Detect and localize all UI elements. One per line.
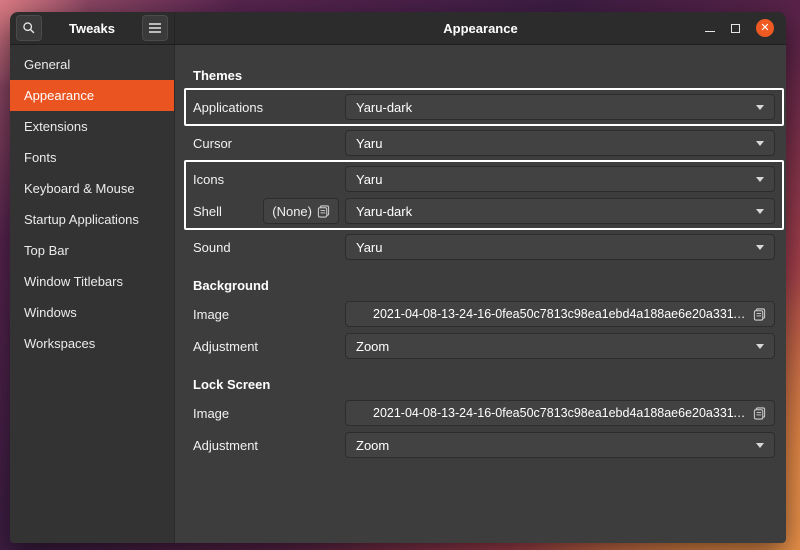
document-icon [753,308,766,321]
chevron-down-icon [756,344,764,349]
applications-theme-value: Yaru-dark [356,100,748,115]
wallpaper-thumbnail [354,407,367,420]
applications-label: Applications [193,100,345,115]
lockscreen-image-label: Image [193,406,345,421]
shell-theme-value: Yaru-dark [356,204,748,219]
sidebar: General Appearance Extensions Fonts Keyb… [10,45,175,543]
hamburger-icon [149,23,161,33]
close-icon: ✕ [760,23,769,34]
background-adjustment-label: Adjustment [193,339,345,354]
cursor-theme-value: Yaru [356,136,748,151]
search-button[interactable] [16,15,42,41]
minimize-icon [705,31,715,32]
chevron-down-icon [756,209,764,214]
chevron-down-icon [756,141,764,146]
row-lockscreen-image: Image 2021-04-08-13-24-16-0fea50c7813c98… [193,397,775,429]
lockscreen-image-filename: 2021-04-08-13-24-16-0fea50c7813c98ea1ebd… [373,406,747,420]
row-background-adjustment: Adjustment Zoom [193,330,775,362]
sidebar-item-keyboard-mouse[interactable]: Keyboard & Mouse [10,173,174,204]
app-title: Tweaks [42,21,142,36]
tweaks-window: Tweaks Appearance ✕ General Appearance E… [10,12,786,543]
close-button[interactable]: ✕ [756,19,774,37]
maximize-button[interactable] [731,24,740,33]
row-sound: Sound Yaru [193,231,775,263]
maximize-icon [731,24,740,33]
menu-button[interactable] [142,15,168,41]
row-applications: Applications Yaru-dark [193,91,775,123]
window-body: General Appearance Extensions Fonts Keyb… [10,45,786,543]
section-title-lock-screen: Lock Screen [193,377,775,392]
lockscreen-adjustment-label: Adjustment [193,438,345,453]
sidebar-item-workspaces[interactable]: Workspaces [10,328,174,359]
shell-none-value: (None) [272,204,312,219]
section-title-themes: Themes [193,68,775,83]
row-cursor: Cursor Yaru [193,127,775,159]
sidebar-item-extensions[interactable]: Extensions [10,111,174,142]
shell-theme-dropdown[interactable]: Yaru-dark [345,198,775,224]
background-adjustment-value: Zoom [356,339,748,354]
highlight-box-icons-shell: Icons Yaru Shell (None) [184,160,784,230]
shell-label: Shell (None) [193,198,345,224]
titlebar-sidebar-section: Tweaks [10,12,175,44]
lockscreen-image-button[interactable]: 2021-04-08-13-24-16-0fea50c7813c98ea1ebd… [345,400,775,426]
row-background-image: Image 2021-04-08-13-24-16-0fea50c7813c98… [193,298,775,330]
row-lockscreen-adjustment: Adjustment Zoom [193,429,775,461]
chevron-down-icon [756,177,764,182]
cursor-label: Cursor [193,136,345,151]
background-adjustment-dropdown[interactable]: Zoom [345,333,775,359]
minimize-button[interactable] [705,25,715,32]
cursor-theme-dropdown[interactable]: Yaru [345,130,775,156]
sidebar-item-general[interactable]: General [10,49,174,80]
window-controls: ✕ [705,19,786,37]
lockscreen-adjustment-dropdown[interactable]: Zoom [345,432,775,458]
titlebar: Tweaks Appearance ✕ [10,12,786,45]
row-shell: Shell (None) Yaru-dark [193,195,775,227]
row-icons: Icons Yaru [193,163,775,195]
chevron-down-icon [756,105,764,110]
background-image-label: Image [193,307,345,322]
lockscreen-adjustment-value: Zoom [356,438,748,453]
sound-label: Sound [193,240,345,255]
sidebar-item-startup-applications[interactable]: Startup Applications [10,204,174,235]
icons-label: Icons [193,172,345,187]
sidebar-item-window-titlebars[interactable]: Window Titlebars [10,266,174,297]
icons-theme-value: Yaru [356,172,748,187]
sound-theme-dropdown[interactable]: Yaru [345,234,775,260]
document-icon [317,205,330,218]
background-image-button[interactable]: 2021-04-08-13-24-16-0fea50c7813c98ea1ebd… [345,301,775,327]
appearance-pane: Themes Applications Yaru-dark Cursor [175,45,786,543]
document-icon [753,407,766,420]
background-image-filename: 2021-04-08-13-24-16-0fea50c7813c98ea1ebd… [373,307,747,321]
page-title: Appearance [175,21,786,36]
section-title-background: Background [193,278,775,293]
titlebar-main-section[interactable]: Appearance ✕ [175,12,786,44]
sound-theme-value: Yaru [356,240,748,255]
search-icon [22,21,36,35]
sidebar-item-appearance[interactable]: Appearance [10,80,174,111]
highlight-box-applications: Applications Yaru-dark [184,88,784,126]
chevron-down-icon [756,245,764,250]
shell-none-button[interactable]: (None) [263,198,339,224]
sidebar-item-top-bar[interactable]: Top Bar [10,235,174,266]
wallpaper-thumbnail [354,308,367,321]
applications-theme-dropdown[interactable]: Yaru-dark [345,94,775,120]
sidebar-item-fonts[interactable]: Fonts [10,142,174,173]
icons-theme-dropdown[interactable]: Yaru [345,166,775,192]
chevron-down-icon [756,443,764,448]
sidebar-item-windows[interactable]: Windows [10,297,174,328]
